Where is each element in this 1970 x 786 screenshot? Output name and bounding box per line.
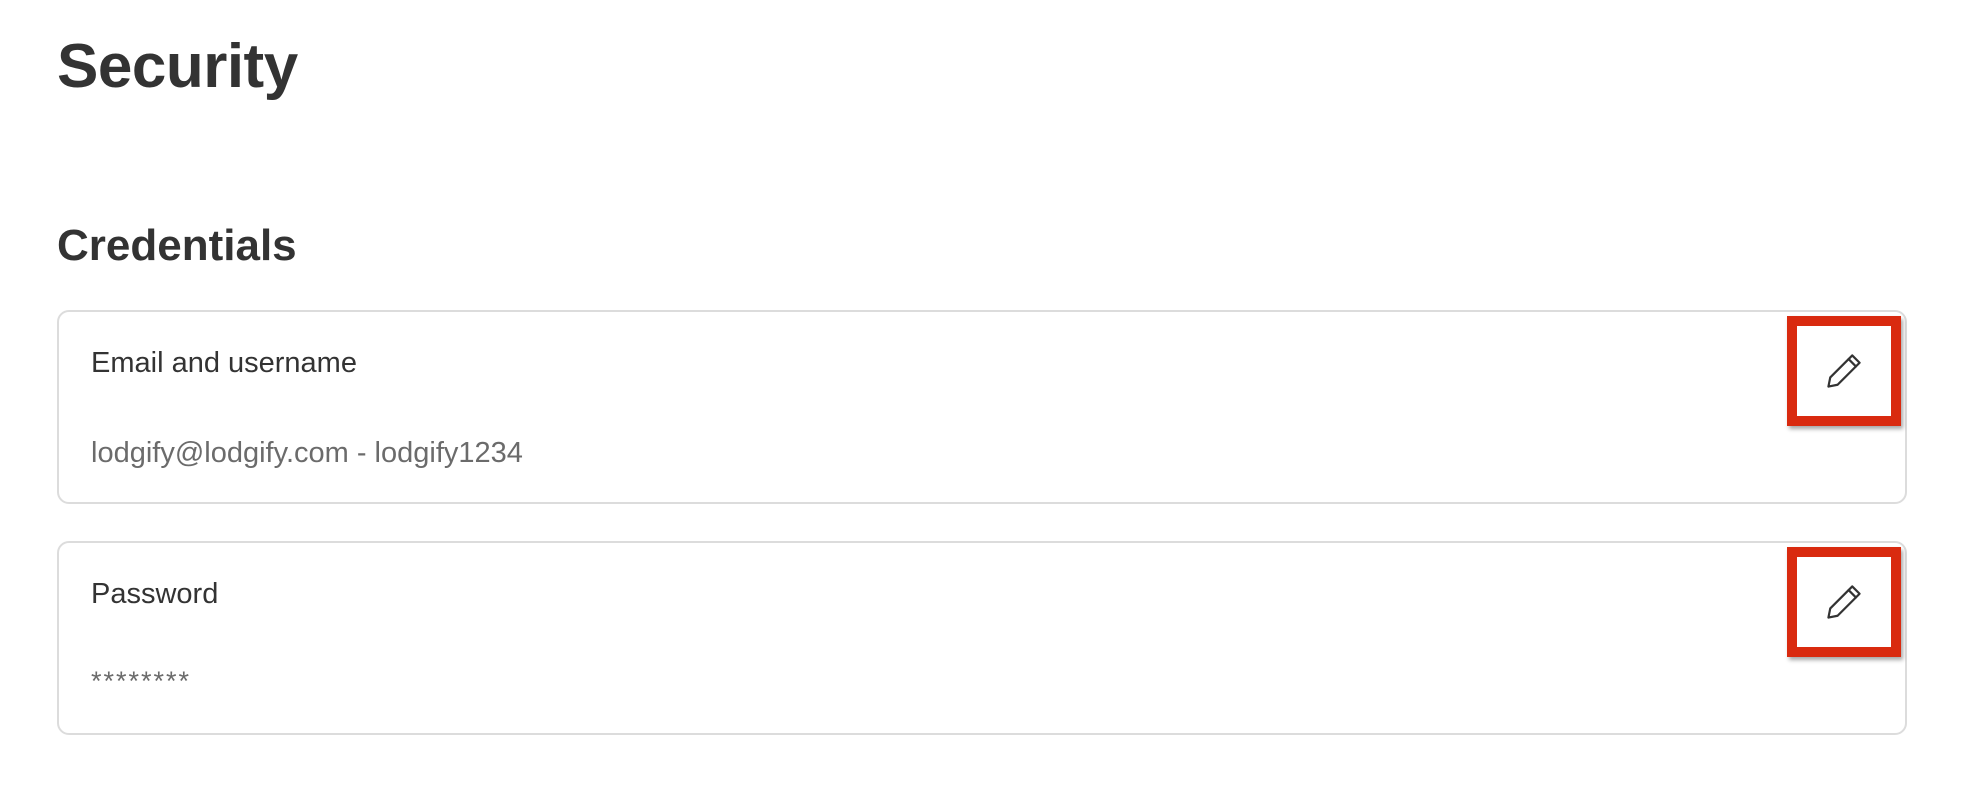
page-title: Security <box>57 32 298 101</box>
password-value: ******** <box>91 666 192 696</box>
pencil-icon <box>1827 354 1861 388</box>
email-username-value: lodgify@lodgify.com - lodgify1234 <box>91 437 523 469</box>
edit-email-button[interactable] <box>1787 316 1901 426</box>
edit-password-button[interactable] <box>1787 547 1901 657</box>
password-card: Password ******** <box>57 541 1907 735</box>
pencil-icon <box>1827 585 1861 619</box>
password-label: Password <box>91 578 219 610</box>
email-username-card: Email and username lodgify@lodgify.com -… <box>57 310 1907 504</box>
credentials-section-title: Credentials <box>57 221 297 270</box>
email-username-label: Email and username <box>91 347 357 379</box>
